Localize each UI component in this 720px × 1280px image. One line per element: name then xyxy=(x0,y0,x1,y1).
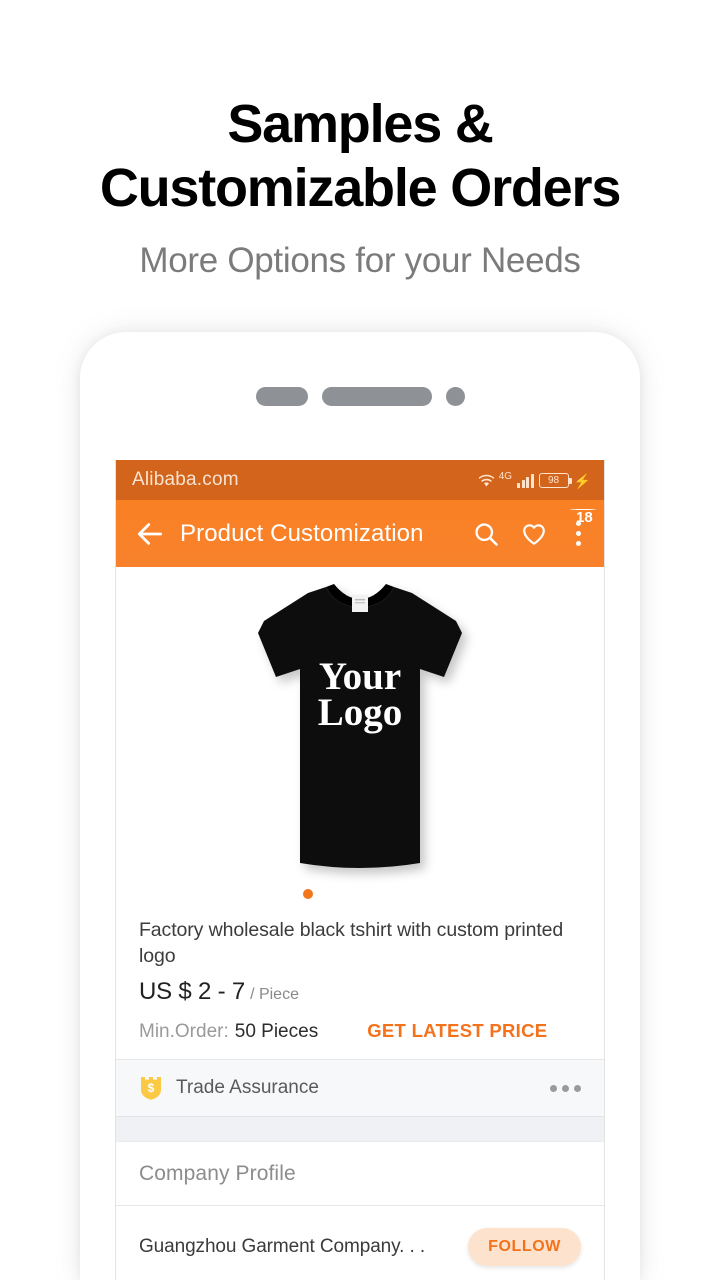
status-bar-brand: Alibaba.com xyxy=(132,469,239,490)
gallery-dot[interactable] xyxy=(433,889,443,899)
gallery-dot[interactable] xyxy=(381,889,391,899)
more-dot xyxy=(575,531,581,536)
more-dot xyxy=(575,541,581,546)
search-icon[interactable] xyxy=(472,520,500,548)
gallery-dot[interactable] xyxy=(277,889,287,899)
more-dot xyxy=(562,1084,569,1092)
promo-title-line-2: Customizable Orders xyxy=(99,158,622,218)
trade-assurance-row[interactable]: $ Trade Assurance xyxy=(116,1060,604,1116)
product-gallery[interactable]: Your Logo xyxy=(116,567,604,909)
app-bar-title: Product Customization xyxy=(180,519,424,547)
trade-assurance-label: Trade Assurance xyxy=(176,1077,319,1098)
status-bar: Alibaba.com 4G 98 ⚡ xyxy=(116,460,604,500)
phone-screen: Alibaba.com 4G 98 ⚡ Product Customizatio… xyxy=(115,460,605,1280)
app-bar-actions: 18 xyxy=(472,506,598,549)
status-bar-indicators: 4G 98 ⚡ xyxy=(477,471,591,489)
svg-text:$: $ xyxy=(148,1081,155,1095)
app-bar: Product Customization 18 xyxy=(116,500,604,567)
earpiece-speaker-icon xyxy=(321,386,432,406)
product-order-row: Min.Order: 50 Pieces GET LATEST PRICE xyxy=(139,1020,581,1043)
product-info: Factory wholesale black tshirt with cust… xyxy=(116,909,604,1059)
product-logo-line-2: Logo xyxy=(318,691,403,734)
battery-level-label: 98 xyxy=(548,475,560,486)
min-order-label: Min.Order: xyxy=(139,1021,229,1042)
gallery-dot[interactable] xyxy=(355,889,365,899)
product-price-unit: / Piece xyxy=(250,986,299,1003)
phone-top-bezel xyxy=(80,332,640,460)
signal-bars-icon xyxy=(517,473,534,488)
battery-icon: 98 xyxy=(538,473,572,488)
product-price: US $ 2 - 7 xyxy=(139,978,246,1005)
heart-icon[interactable] xyxy=(520,520,548,548)
notification-badge: 18 xyxy=(568,506,598,526)
tshirt-illustration: Your Logo xyxy=(258,584,462,868)
more-vertical-icon[interactable]: 18 xyxy=(568,506,598,549)
promo-title: Samples & Customizable Orders xyxy=(0,92,720,220)
promo-header: Samples & Customizable Orders More Optio… xyxy=(0,0,720,282)
front-camera-icon xyxy=(445,386,465,406)
phone-mockup: Alibaba.com 4G 98 ⚡ Product Customizatio… xyxy=(80,332,640,1280)
gallery-dots[interactable] xyxy=(277,889,443,899)
get-latest-price-button[interactable]: GET LATEST PRICE xyxy=(367,1020,547,1042)
gallery-dot[interactable] xyxy=(407,889,417,899)
product-name: Factory wholesale black tshirt with cust… xyxy=(139,919,564,967)
promo-subtitle: More Options for your Needs xyxy=(139,241,581,280)
product-image[interactable]: Your Logo xyxy=(256,577,464,877)
follow-button[interactable]: FOLLOW xyxy=(468,1228,581,1266)
more-dot xyxy=(550,1084,557,1092)
shield-dollar-icon: $ xyxy=(141,1077,161,1100)
promo-title-line-1: Samples & xyxy=(227,94,494,154)
section-separator xyxy=(116,1116,604,1142)
company-profile-header: Company Profile xyxy=(116,1142,604,1205)
sensor-pill-icon xyxy=(255,386,308,406)
more-horizontal-icon[interactable] xyxy=(550,1084,581,1092)
charging-bolt-icon: ⚡ xyxy=(573,473,591,489)
wifi-icon xyxy=(478,474,494,487)
company-row[interactable]: Guangzhou Garment Company. . . FOLLOW xyxy=(116,1206,604,1266)
network-type-label: 4G xyxy=(498,471,513,482)
min-order-value: 50 Pieces xyxy=(234,1021,319,1042)
company-name: Guangzhou Garment Company. . . xyxy=(139,1236,426,1257)
gallery-dot[interactable] xyxy=(329,889,339,899)
arrow-left-icon[interactable] xyxy=(134,518,166,550)
company-profile-title: Company Profile xyxy=(139,1161,296,1185)
product-price-row: US $ 2 - 7 / Piece xyxy=(139,978,581,1006)
gallery-dot-active[interactable] xyxy=(303,889,313,899)
more-dot xyxy=(574,1084,581,1092)
